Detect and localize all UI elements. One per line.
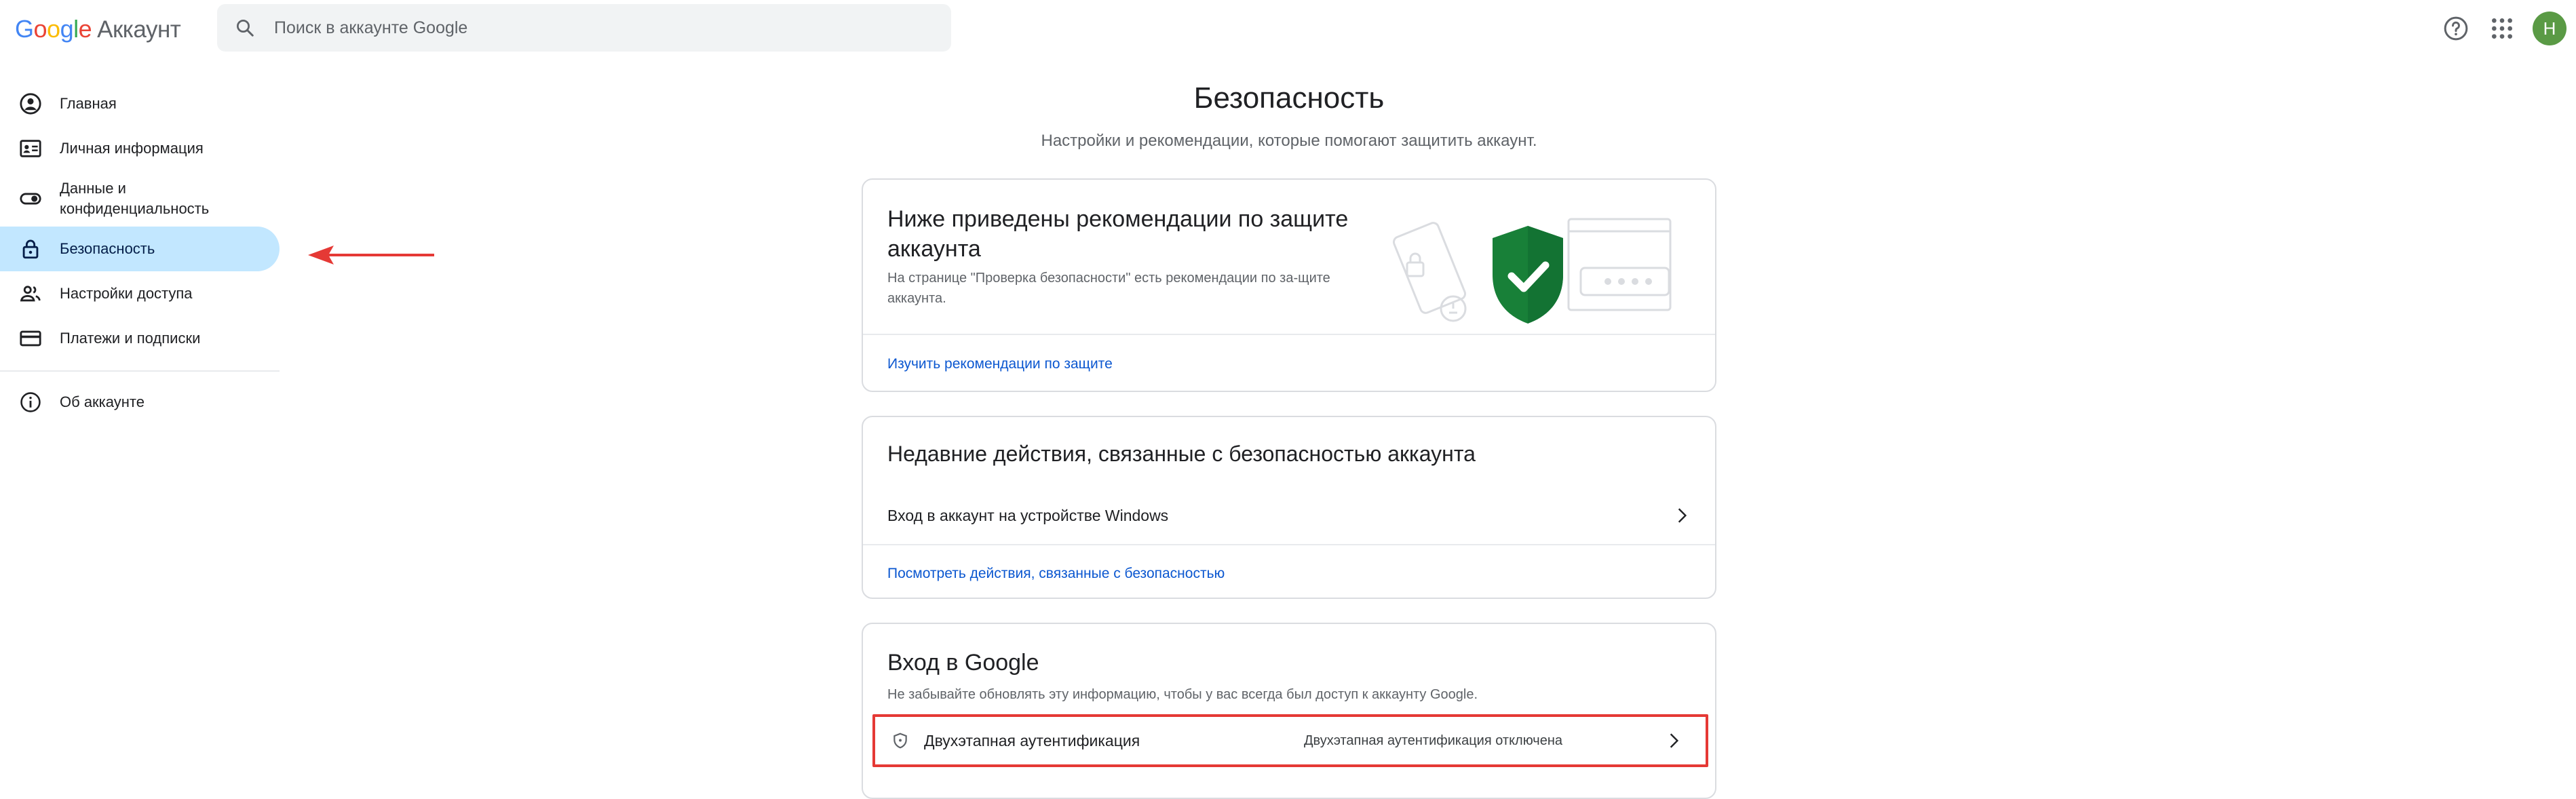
chevron-right-icon bbox=[1678, 508, 1687, 523]
card-description: На странице "Проверка безопасности" есть… bbox=[887, 271, 1330, 306]
account-circle-icon bbox=[20, 93, 41, 115]
card-divider bbox=[863, 334, 1715, 335]
sidebar-item-data-privacy[interactable]: Данные и конфиденциальность bbox=[0, 171, 280, 227]
sidebar-item-sharing[interactable]: Настройки доступа bbox=[0, 271, 280, 316]
review-recommendations-link[interactable]: Изучить рекомендации по защите bbox=[887, 356, 1113, 372]
view-security-activity-link[interactable]: Посмотреть действия, связанные с безопас… bbox=[887, 566, 1225, 582]
annotation-arrow-icon bbox=[308, 246, 434, 265]
sidebar-item-label: Данные и конфиденциальность bbox=[60, 180, 210, 217]
card-heading: Ниже приведены рекомендации по защите ак… bbox=[887, 206, 1349, 262]
toggle-icon bbox=[20, 193, 41, 205]
card-heading: Вход в Google bbox=[887, 650, 1039, 676]
recent-activity-card: Недавние действия, связанные с безопасно… bbox=[862, 416, 1716, 599]
search-input[interactable] bbox=[274, 18, 885, 38]
sidebar-item-label: Об аккаунте bbox=[60, 393, 145, 410]
sidebar-item-label: Настройки доступа bbox=[60, 285, 193, 302]
sidebar-item-personal-info[interactable]: Личная информация bbox=[0, 126, 280, 171]
sidebar-item-home[interactable]: Главная bbox=[0, 81, 280, 126]
sidebar-item-security[interactable]: Безопасность bbox=[0, 227, 280, 271]
google-account-logo[interactable]: Google Аккаунт bbox=[15, 15, 181, 43]
sidebar-item-label: Безопасность bbox=[60, 240, 155, 257]
logo-product-name: Аккаунт bbox=[97, 16, 181, 43]
sidebar-item-about[interactable]: Об аккаунте bbox=[0, 380, 280, 425]
sidebar-item-label: Платежи и подписки bbox=[60, 330, 201, 347]
card-heading: Недавние действия, связанные с безопасно… bbox=[887, 442, 1476, 466]
two-step-label: Двухэтапная аутентификация bbox=[924, 731, 1140, 749]
help-icon[interactable] bbox=[2442, 15, 2469, 42]
search-bar[interactable] bbox=[217, 4, 951, 52]
activity-item-label: Вход в аккаунт на устройстве Windows bbox=[887, 506, 1169, 524]
card-description: Не забывайте обновлять эту информацию, ч… bbox=[887, 687, 1478, 702]
shield-icon bbox=[893, 733, 907, 749]
sidebar-item-label: Личная информация bbox=[60, 140, 204, 157]
lock-icon bbox=[22, 239, 39, 259]
signin-card: Вход в Google Не забывайте обновлять эту… bbox=[862, 623, 1716, 799]
search-icon[interactable] bbox=[235, 18, 255, 38]
two-step-status: Двухэтапная аутентификация отключена bbox=[1304, 733, 1562, 748]
card-divider bbox=[863, 544, 1715, 545]
sidebar-nav: Главная Личная информация Данные и конфи… bbox=[0, 81, 285, 425]
page-subtitle: Настройки и рекомендации, которые помога… bbox=[1041, 132, 1537, 150]
top-bar: Google Аккаунт H bbox=[0, 0, 2576, 57]
two-step-verification-row[interactable]: Двухэтапная аутентификация Двухэтапная а… bbox=[872, 714, 1708, 767]
google-wordmark: Google bbox=[15, 15, 92, 43]
people-icon bbox=[20, 286, 41, 302]
activity-item-windows-signin[interactable]: Вход в аккаунт на устройстве Windows bbox=[887, 496, 1691, 534]
page-title: Безопасность bbox=[1193, 81, 1385, 115]
apps-icon[interactable] bbox=[2488, 15, 2516, 42]
sidebar-item-label: Главная bbox=[60, 95, 117, 112]
chevron-right-icon bbox=[1670, 733, 1679, 748]
info-icon bbox=[20, 392, 41, 412]
security-shield-illustration-icon bbox=[1392, 218, 1672, 324]
sidebar-divider bbox=[0, 370, 280, 372]
credit-card-icon bbox=[20, 330, 41, 347]
id-card-icon bbox=[20, 140, 41, 157]
recommendations-card: Ниже приведены рекомендации по защите ак… bbox=[862, 178, 1716, 392]
sidebar-item-payments[interactable]: Платежи и подписки bbox=[0, 316, 280, 361]
avatar[interactable]: H bbox=[2533, 12, 2567, 45]
